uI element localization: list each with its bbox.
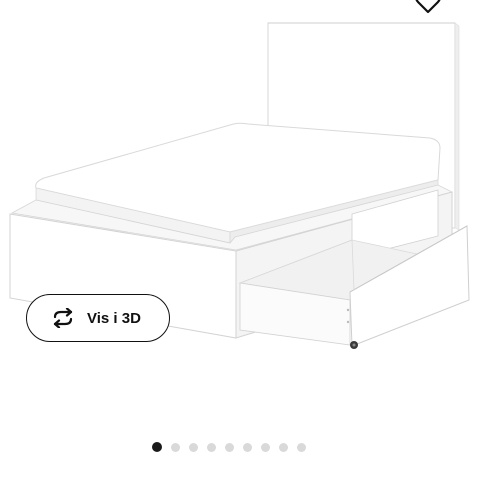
heart-icon[interactable] (414, 0, 442, 14)
carousel-pagination (152, 441, 306, 453)
carousel-dot[interactable] (297, 442, 306, 452)
product-viewer: Vis i 3D (0, 0, 480, 480)
carousel-dot[interactable] (261, 442, 270, 452)
carousel-dot[interactable] (171, 442, 180, 452)
view-3d-button[interactable]: Vis i 3D (26, 294, 170, 342)
carousel-dot[interactable] (225, 442, 234, 452)
carousel-dot[interactable] (279, 442, 288, 452)
carousel-dot-active[interactable] (152, 442, 162, 452)
product-image[interactable] (0, 0, 480, 420)
view-3d-label: Vis i 3D (87, 309, 141, 327)
carousel-dot[interactable] (207, 442, 216, 452)
carousel-dot[interactable] (189, 442, 198, 452)
rotate-3d-icon (49, 308, 77, 328)
carousel-dot[interactable] (243, 442, 252, 452)
